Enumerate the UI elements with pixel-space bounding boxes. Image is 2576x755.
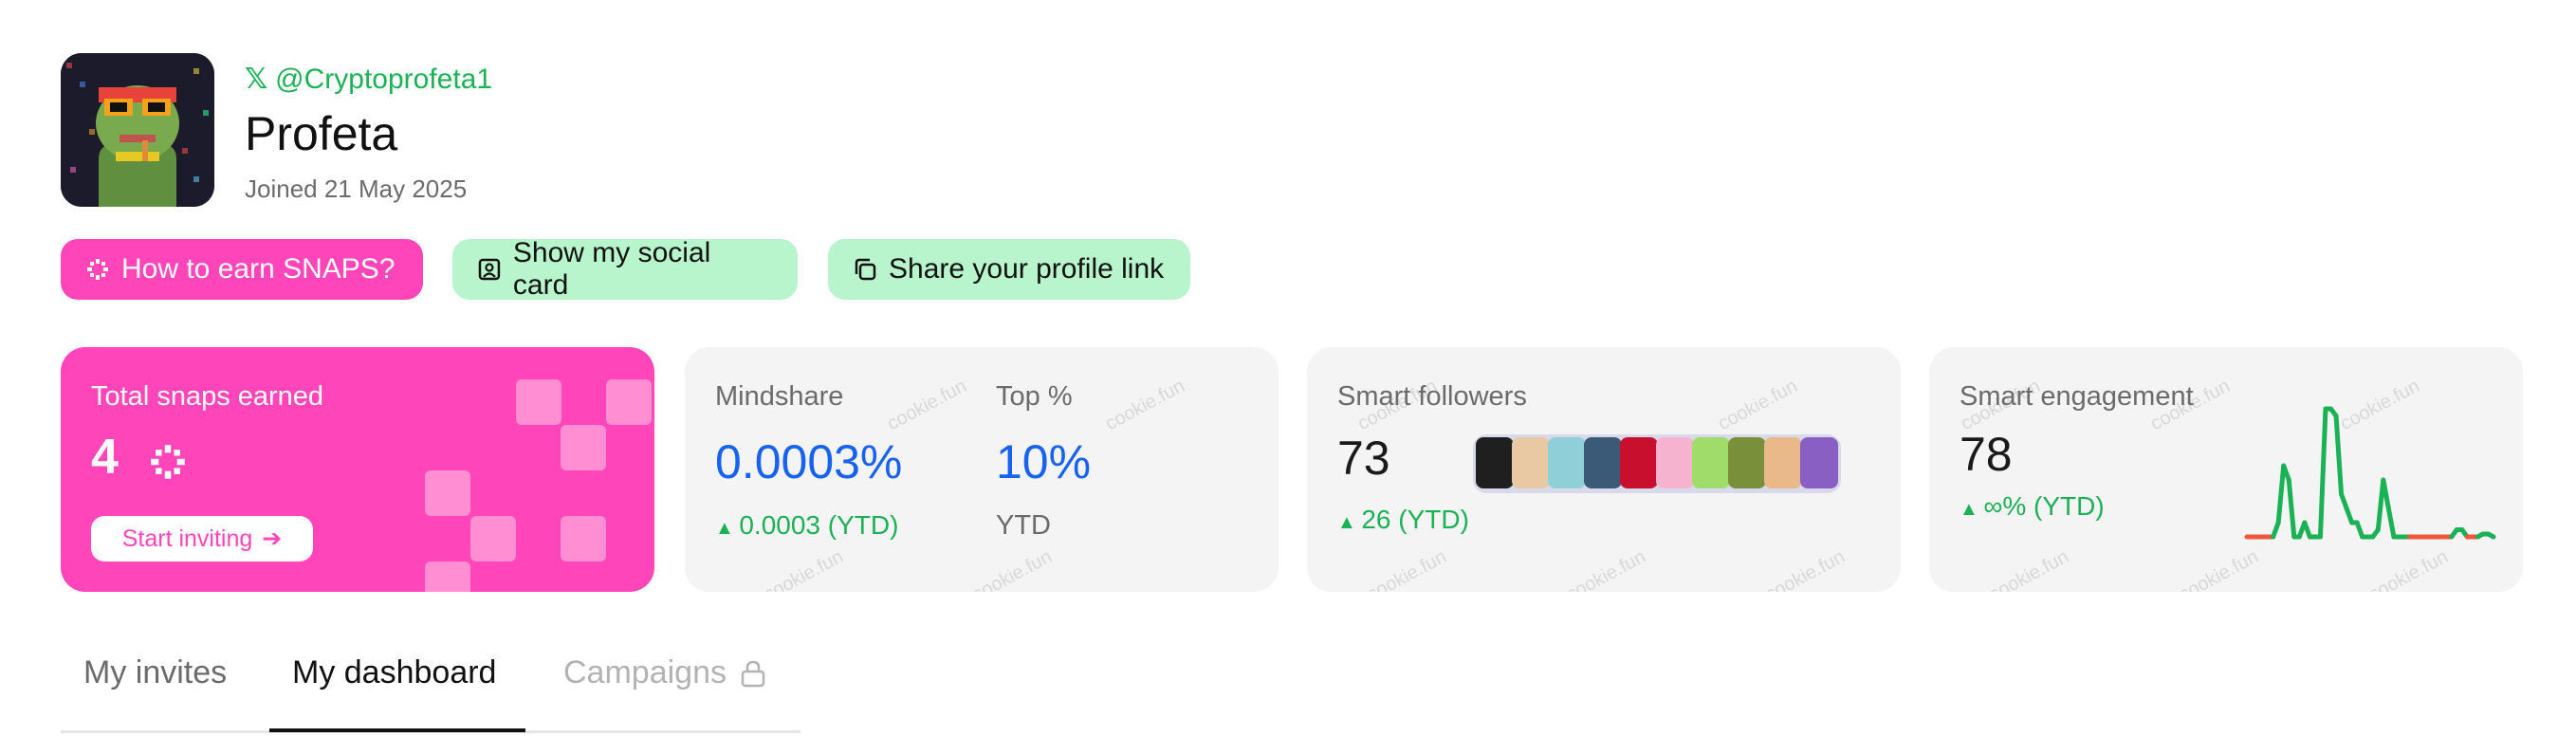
pixel-decoration [425, 562, 470, 592]
followers-delta-text: 26 (YTD) [1361, 505, 1469, 534]
pixel-decoration [561, 425, 606, 470]
start-inviting-button[interactable]: Start inviting ➔ [91, 516, 313, 562]
watermark-text: cookie.fun [1101, 375, 1188, 435]
follower-avatar[interactable] [1728, 437, 1766, 488]
follower-avatar[interactable] [1800, 437, 1838, 488]
smart-engagement-label: Smart engagement [1960, 381, 2194, 412]
sparkline-segment [2333, 414, 2345, 497]
arrow-right-icon: ➔ [262, 525, 283, 552]
profile-name: Profeta [245, 107, 398, 160]
watermark-text: cookie.fun [1363, 545, 1450, 592]
watermark-text: cookie.fun [760, 545, 847, 592]
avatar [61, 53, 214, 207]
social-card-label: Show my social card [512, 237, 711, 301]
top-percent-label: Top % [996, 381, 1073, 412]
id-card-icon [478, 258, 501, 281]
follower-avatar[interactable] [1764, 437, 1802, 488]
follower-avatars[interactable] [1473, 434, 1841, 493]
watermark-text: cookie.fun [1714, 375, 1801, 435]
engagement-delta: ▲ ∞% (YTD) [1960, 491, 2105, 522]
follower-avatar[interactable] [1584, 437, 1622, 488]
show-social-card-button[interactable]: Show my social card [452, 237, 798, 301]
triangle-up-icon: ▲ [1337, 512, 1362, 533]
tab-my-dashboard[interactable]: My dashboard [292, 654, 496, 691]
sparkle-icon [87, 259, 108, 280]
snaps-label: Total snaps earned [91, 381, 324, 412]
mindshare-value: 0.0003% [715, 435, 903, 488]
follower-avatar[interactable] [1476, 437, 1514, 488]
tab-campaigns[interactable]: Campaigns [563, 654, 766, 691]
x-logo-icon: 𝕏 [245, 64, 268, 95]
watermark-text: cookie.fun [968, 545, 1056, 592]
pixel-decoration [606, 379, 652, 425]
watermark-text: cookie.fun [1562, 545, 1649, 592]
engagement-sparkline [2244, 406, 2496, 540]
how-to-earn-button[interactable]: How to earn SNAPS? [61, 239, 423, 300]
lock-icon [741, 660, 765, 687]
follower-avatar[interactable] [1656, 437, 1694, 488]
sparkle-icon [151, 445, 185, 479]
top-percent-value: 10% [996, 435, 1092, 488]
watermark-text: cookie.fun [1761, 545, 1849, 592]
smart-followers-label: Smart followers [1337, 381, 1527, 412]
active-tab-indicator [269, 728, 525, 732]
sparkline-segment [2485, 531, 2496, 540]
follower-avatar[interactable] [1692, 437, 1730, 488]
watermark-text: cookie.fun [1985, 545, 2072, 592]
mindshare-delta-text: 0.0003 (YTD) [739, 510, 899, 540]
triangle-up-icon: ▲ [715, 518, 740, 539]
top-percent-sub: YTD [996, 510, 1051, 541]
sparkline-segment [2275, 463, 2287, 525]
sparkline-segment [2385, 506, 2397, 540]
followers-delta: ▲ 26 (YTD) [1337, 505, 1469, 535]
twitter-handle-link[interactable]: 𝕏 @Cryptoprofeta1 [245, 63, 492, 96]
mindshare-delta: ▲ 0.0003 (YTD) [715, 510, 898, 541]
triangle-up-icon: ▲ [1960, 499, 1984, 520]
how-to-earn-label: How to earn SNAPS? [121, 253, 396, 285]
smart-followers-card: cookie.fun cookie.fun cookie.fun cookie.… [1307, 347, 1901, 592]
snaps-value: 4 [91, 430, 119, 485]
follower-avatar[interactable] [1512, 437, 1550, 488]
pixel-decoration [516, 379, 561, 425]
smart-engagement-value: 78 [1960, 428, 2013, 481]
sparkline-segment [2317, 406, 2328, 540]
pixel-decoration [561, 516, 606, 562]
pixel-decoration [470, 516, 516, 562]
joined-date: Joined 21 May 2025 [245, 175, 468, 203]
smart-engagement-card: cookie.fun cookie.fun cookie.fun cookie.… [1929, 347, 2523, 592]
smart-followers-value: 73 [1337, 432, 1390, 485]
sparkline-segment [2381, 477, 2391, 511]
engagement-delta-text: ∞% (YTD) [1983, 491, 2105, 521]
mindshare-label: Mindshare [715, 381, 844, 412]
total-snaps-card: Total snaps earned 4 Start inviting ➔ [61, 347, 654, 592]
follower-avatar[interactable] [1620, 437, 1658, 488]
tab-campaigns-label: Campaigns [563, 654, 727, 691]
pixel-decoration [425, 470, 470, 516]
watermark-text: cookie.fun [883, 375, 970, 435]
tab-my-invites[interactable]: My invites [83, 654, 227, 691]
share-link-label: Share your profile link [889, 253, 1165, 285]
copy-icon [855, 258, 876, 281]
follower-avatar[interactable] [1548, 437, 1586, 488]
start-inviting-label: Start inviting [121, 525, 253, 552]
handle-text: @Cryptoprofeta1 [275, 63, 493, 95]
sparkline-segment [2286, 477, 2297, 540]
mindshare-card: cookie.fun cookie.fun cookie.fun cookie.… [685, 347, 1279, 592]
share-profile-link-button[interactable]: Share your profile link [828, 239, 1190, 300]
